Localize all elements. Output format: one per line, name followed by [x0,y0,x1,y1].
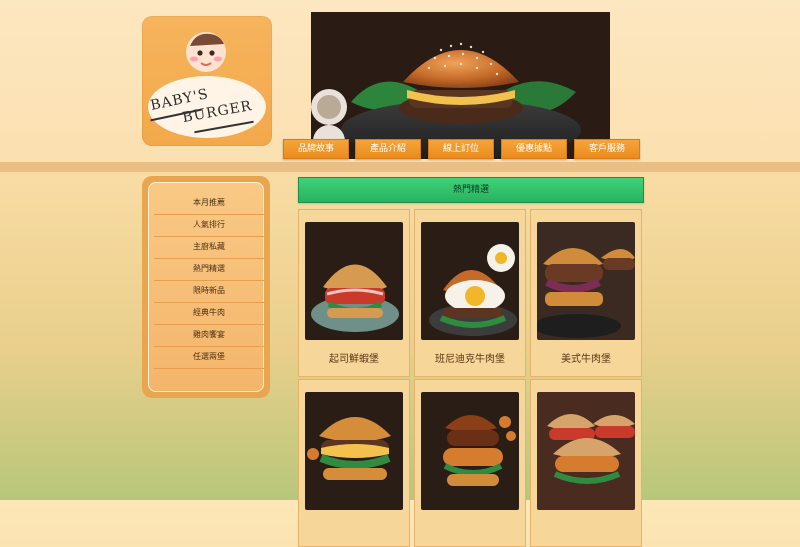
sidebar-panel: 本月推薦 人氣排行 主廚私藏 熱門精選 限時新品 經典牛肉 雞肉饗宴 任選兩堡 [148,182,264,392]
sidebar-item-classic-beef[interactable]: 經典牛肉 [154,302,264,325]
brand-logo[interactable]: BABY'S BURGER [142,16,272,146]
product-name: 班尼迪克牛肉堡 [435,354,505,365]
product-card[interactable]: 美式牛肉堡 [530,209,642,377]
hero-burger-photo [311,12,610,159]
baby-face-icon [186,32,226,72]
sidebar-item-popular-ranking[interactable]: 人氣排行 [154,214,264,237]
cheese-burger-photo [305,392,403,510]
shrimp-burger-photo [305,222,403,340]
section-title: 熱門精選 [298,177,644,203]
nav-item-customer-service[interactable]: 客戶服務 [574,139,640,159]
product-card[interactable]: 班尼迪克牛肉堡 [414,209,526,377]
product-grid: 起司鮮蝦堡 班尼迪克牛肉堡 美式牛肉堡 [298,209,642,547]
sidebar-item-limited-new[interactable]: 限時新品 [154,280,264,303]
sidebar-item-monthly-recommend[interactable]: 本月推薦 [154,192,264,215]
sidebar-item-choose-two[interactable]: 任選兩堡 [154,346,264,369]
nav-item-reservation[interactable]: 線上訂位 [428,139,494,159]
fried-chicken-burger-photo [537,392,635,510]
product-card[interactable] [414,379,526,547]
product-name: 美式牛肉堡 [561,354,611,365]
sidebar-item-chicken-feast[interactable]: 雞肉饗宴 [154,324,264,347]
product-card[interactable] [530,379,642,547]
sidebar-item-hot-picks[interactable]: 熱門精選 [154,258,264,281]
nav-item-brand-story[interactable]: 品牌故事 [283,139,349,159]
product-name: 起司鮮蝦堡 [329,354,379,365]
product-card[interactable]: 起司鮮蝦堡 [298,209,410,377]
header-divider [0,162,800,172]
egg-burger-photo [421,222,519,340]
sidebar-item-chef-special[interactable]: 主廚私藏 [154,236,264,259]
product-card[interactable] [298,379,410,547]
top-navigation: 品牌故事 產品介紹 線上訂位 優惠據點 客戶服務 [283,139,643,159]
crispy-chicken-burger-photo [421,392,519,510]
category-sidebar: 本月推薦 人氣排行 主廚私藏 熱門精選 限時新品 經典牛肉 雞肉饗宴 任選兩堡 [142,176,270,398]
nav-item-locations[interactable]: 優惠據點 [501,139,567,159]
american-burger-photo [537,222,635,340]
nav-item-products[interactable]: 產品介紹 [355,139,421,159]
